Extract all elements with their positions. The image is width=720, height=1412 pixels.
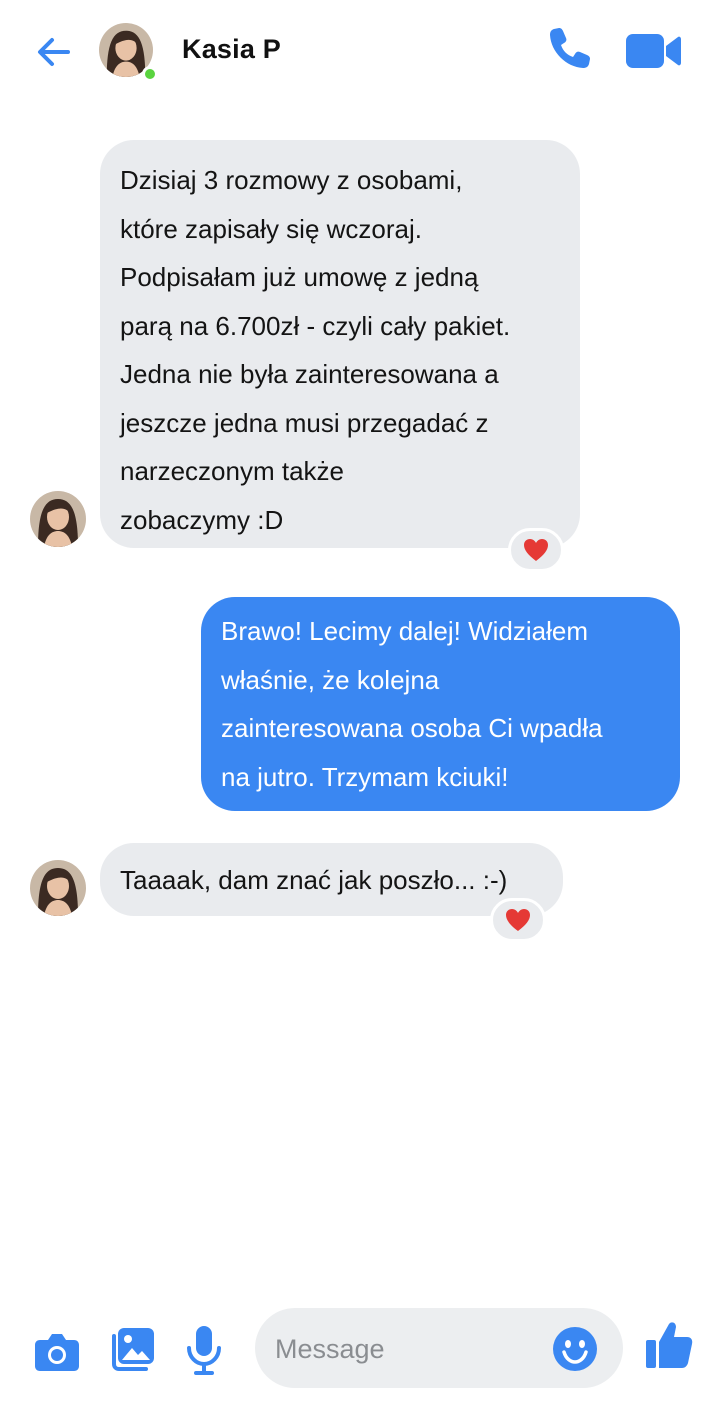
sender-avatar[interactable]	[30, 491, 86, 547]
message-input[interactable]	[275, 1332, 535, 1366]
message-line: Podpisałam już umowę z jedną	[120, 262, 479, 292]
message-line: Jedna nie była zainteresowana a	[120, 359, 499, 389]
microphone-icon[interactable]	[184, 1324, 224, 1376]
message-line: Brawo! Lecimy dalej! Widziałem	[221, 616, 589, 646]
back-arrow-icon[interactable]	[32, 30, 76, 74]
video-camera-icon[interactable]	[624, 30, 682, 72]
message-field[interactable]	[255, 1308, 623, 1388]
contact-name[interactable]: Kasia P	[182, 34, 281, 65]
message-line: narzeczonym także	[120, 456, 344, 486]
phone-icon[interactable]	[546, 24, 594, 72]
message-line: parą na 6.700zł - czyli cały pakiet.	[120, 310, 511, 341]
chat-screen: Kasia P Dzisiaj 3 rozmowy z osobami, któ…	[0, 0, 720, 1412]
thumbs-up-icon[interactable]	[645, 1320, 693, 1370]
heart-reaction[interactable]	[490, 898, 546, 942]
heart-icon	[506, 909, 530, 931]
smiley-icon[interactable]	[551, 1325, 599, 1373]
message-line: Taaaak, dam znać jak poszło... :-)	[120, 865, 508, 895]
incoming-message-bubble[interactable]: Taaaak, dam znać jak poszło... :-)	[100, 843, 563, 916]
outgoing-message-bubble[interactable]: Brawo! Lecimy dalej! Widziałem właśnie, …	[201, 597, 680, 811]
heart-reaction[interactable]	[508, 528, 564, 572]
message-line: właśnie, że kolejna	[221, 664, 440, 695]
message-line: na jutro. Trzymam kciuki!	[221, 761, 509, 792]
camera-icon[interactable]	[34, 1330, 80, 1372]
incoming-message-bubble[interactable]: Dzisiaj 3 rozmowy z osobami, które zapis…	[100, 140, 580, 548]
message-line: jeszcze jedna musi przegadać z	[120, 407, 489, 438]
composer-bar	[0, 1300, 720, 1400]
message-line: zobaczymy :D	[120, 504, 284, 535]
chat-header: Kasia P	[0, 0, 720, 100]
message-line: które zapisały się wczoraj.	[120, 213, 422, 244]
message-line: zainteresowana osoba Ci wpadła	[221, 713, 603, 743]
message-line: Dzisiaj 3 rozmowy z osobami,	[120, 165, 463, 195]
image-icon[interactable]	[110, 1326, 156, 1372]
heart-icon	[524, 539, 548, 561]
online-status-indicator	[142, 66, 158, 82]
sender-avatar[interactable]	[30, 860, 86, 916]
